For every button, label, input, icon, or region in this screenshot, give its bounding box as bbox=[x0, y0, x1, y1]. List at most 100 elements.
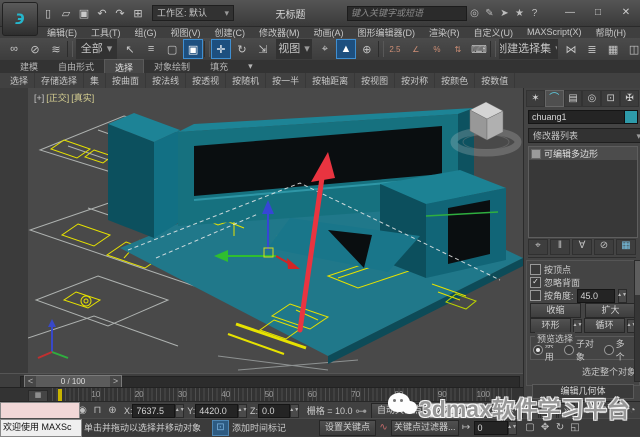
ribbon-tool-button[interactable]: 按一半 bbox=[266, 73, 307, 88]
prev-frame-icon[interactable]: ‹ bbox=[504, 402, 522, 419]
undo-icon[interactable]: ↶ bbox=[94, 5, 110, 21]
current-frame-field[interactable]: 0 bbox=[473, 420, 508, 435]
object-name-field[interactable]: chuang1 bbox=[528, 110, 628, 124]
maxscript-mini-listener[interactable]: 欢迎使用 MAXSc bbox=[0, 419, 82, 437]
selection-filter-field[interactable]: 选定对象 bbox=[429, 403, 483, 418]
select-move-icon[interactable]: ✛ bbox=[211, 39, 232, 59]
ribbon-tool-button[interactable]: 按视图 bbox=[355, 73, 396, 88]
auto-key-button[interactable]: 自动关键点 bbox=[370, 402, 428, 419]
ribbon-tool-button[interactable]: 选择 bbox=[4, 73, 36, 88]
shrink-button[interactable]: 收缩 bbox=[530, 303, 581, 318]
named-selection-sets-dropdown[interactable]: 创建选择集 bbox=[498, 39, 559, 59]
help-icon[interactable]: ? bbox=[527, 8, 542, 19]
y-coordinate-field[interactable]: 4420.0 bbox=[195, 403, 238, 418]
object-color-swatch[interactable] bbox=[624, 110, 638, 124]
set-key-button[interactable]: 设置关键点 bbox=[319, 419, 377, 436]
by-vertex-checkbox[interactable] bbox=[530, 264, 541, 275]
key-filters-button[interactable]: 关键点过滤器... bbox=[391, 419, 459, 436]
coord-system-dropdown[interactable]: 视图 bbox=[276, 39, 312, 59]
show-end-result-icon[interactable]: ‖ bbox=[550, 239, 570, 255]
ribbon-tab[interactable]: ▾ bbox=[238, 60, 263, 73]
frame-spinner[interactable]: ▲▼ bbox=[507, 420, 517, 435]
configure-modifier-sets-icon[interactable]: ▦ bbox=[616, 239, 636, 255]
ring-spinner[interactable]: ▲▼ bbox=[573, 318, 582, 333]
pin-stack-icon[interactable]: ⌖ bbox=[528, 239, 548, 255]
viewport-view-label[interactable]: [正交] bbox=[46, 91, 69, 104]
open-file-icon[interactable]: ▱ bbox=[58, 5, 74, 21]
remove-modifier-icon[interactable]: ⊘ bbox=[594, 239, 614, 255]
maximize-button[interactable]: □ bbox=[584, 4, 612, 22]
add-time-tag[interactable]: 添加时间标记 bbox=[232, 421, 294, 434]
edit-geometry-rollout-header[interactable]: 编辑几何体 bbox=[532, 384, 634, 399]
menu-item[interactable]: 工具(T) bbox=[84, 26, 128, 39]
radio-icon[interactable] bbox=[603, 344, 614, 355]
ribbon-tool-button[interactable]: 集 bbox=[84, 73, 107, 88]
ribbon-tab[interactable]: 对象绘制 bbox=[144, 59, 200, 74]
x-coordinate-field[interactable]: 7637.5 bbox=[132, 403, 176, 418]
modify-tab[interactable]: ⌒ bbox=[544, 90, 564, 107]
ribbon-tool-button[interactable]: 按数值 bbox=[475, 73, 516, 88]
zoom-icon[interactable]: ⊕ bbox=[580, 404, 595, 418]
menu-item[interactable]: 图形编辑器(D) bbox=[351, 26, 423, 39]
display-tab[interactable]: ⊡ bbox=[601, 90, 621, 107]
bind-to-space-warp-icon[interactable]: ≋ bbox=[46, 39, 66, 59]
time-tag-icon[interactable]: ⊡ bbox=[212, 419, 229, 436]
hierarchy-tab[interactable]: ▤ bbox=[563, 90, 583, 107]
go-start-icon[interactable]: « bbox=[486, 402, 504, 419]
unlink-selection-icon[interactable]: ⊘ bbox=[25, 39, 45, 59]
ribbon-tab[interactable]: 建模 bbox=[10, 59, 48, 74]
maximize-viewport-icon[interactable]: ◱ bbox=[568, 421, 583, 435]
use-pivot-center-icon[interactable]: ⌖ bbox=[315, 39, 335, 59]
viewport-shading-label[interactable]: [真实] bbox=[71, 91, 94, 104]
mirror-icon[interactable]: ⋈ bbox=[561, 39, 581, 59]
redo-icon[interactable]: ↷ bbox=[112, 5, 128, 21]
search-input[interactable]: 键入关键字或短语 bbox=[347, 5, 467, 21]
render-setup-icon[interactable]: ◫ bbox=[624, 39, 640, 59]
select-rotate-icon[interactable]: ↻ bbox=[232, 39, 252, 59]
subobject-expand-icon[interactable] bbox=[531, 148, 541, 159]
snap-toggle-icon[interactable]: 2.5 bbox=[385, 39, 405, 59]
align-icon[interactable]: ≣ bbox=[582, 39, 602, 59]
menu-item[interactable]: 创建(C) bbox=[208, 26, 253, 39]
x-spinner[interactable]: ▲▼ bbox=[175, 403, 185, 418]
select-by-name-icon[interactable]: ≡ bbox=[141, 39, 161, 59]
viewport[interactable]: [+] [正交] [真实] bbox=[0, 88, 523, 373]
menu-item[interactable]: 渲染(R) bbox=[422, 26, 467, 39]
loop-button[interactable]: 循环 bbox=[584, 318, 625, 333]
track-bar[interactable]: ▦ 10 20 30 40 50 60 70 80 90 100 bbox=[0, 387, 523, 402]
zoom-region-icon[interactable]: ▢ bbox=[523, 421, 538, 435]
angle-spinner[interactable]: ▲▼ bbox=[617, 288, 627, 303]
preview-radio-option[interactable]: 多个 bbox=[603, 337, 633, 363]
utilities-tab[interactable]: ✠ bbox=[620, 90, 639, 107]
make-unique-icon[interactable]: ∀ bbox=[572, 239, 592, 255]
modifier-stack-entry[interactable]: 可编辑多边形 bbox=[529, 147, 637, 160]
layer-manager-icon[interactable]: ▦ bbox=[603, 39, 623, 59]
ribbon-tab[interactable]: 自由形式 bbox=[48, 59, 104, 74]
ring-button[interactable]: 环形 bbox=[530, 318, 571, 333]
by-angle-checkbox[interactable] bbox=[530, 290, 541, 301]
key-step-icon[interactable]: ↦ bbox=[459, 421, 474, 435]
radio-icon[interactable] bbox=[564, 344, 574, 355]
absolute-mode-icon[interactable]: ⊕ bbox=[105, 404, 120, 418]
create-tab[interactable]: ✶ bbox=[526, 90, 545, 107]
viewport-menu-plus[interactable]: [+] bbox=[34, 93, 44, 103]
ribbon-tool-button[interactable]: 存储选择 bbox=[35, 73, 85, 88]
ribbon-tool-button[interactable]: 按颜色 bbox=[435, 73, 476, 88]
angle-snap-icon[interactable]: ∠ bbox=[406, 39, 426, 59]
orbit-icon[interactable]: ↻ bbox=[553, 421, 568, 435]
panel-scrollbar[interactable] bbox=[634, 260, 640, 382]
menu-item[interactable]: 视图(V) bbox=[164, 26, 208, 39]
cursor-help-icon[interactable]: ➤ bbox=[497, 8, 512, 19]
next-frame-icon[interactable]: › bbox=[540, 402, 558, 419]
selection-filter-dropdown[interactable]: 全部 bbox=[76, 39, 118, 59]
zoom-extents-all-icon[interactable]: ◔ bbox=[625, 404, 640, 418]
select-object-icon[interactable]: ↖ bbox=[120, 39, 140, 59]
save-file-icon[interactable]: ▣ bbox=[76, 5, 92, 21]
ribbon-tool-button[interactable]: 按法线 bbox=[146, 73, 187, 88]
global-search-icon[interactable]: ◎ bbox=[467, 8, 482, 19]
keyboard-override-icon[interactable]: ⌨ bbox=[469, 39, 489, 59]
favorites-icon[interactable]: ★ bbox=[512, 8, 527, 19]
window-crossing-icon[interactable]: ▣ bbox=[183, 39, 204, 59]
menu-item[interactable]: 动画(A) bbox=[307, 26, 351, 39]
ribbon-tool-button[interactable]: 按透视 bbox=[186, 73, 227, 88]
